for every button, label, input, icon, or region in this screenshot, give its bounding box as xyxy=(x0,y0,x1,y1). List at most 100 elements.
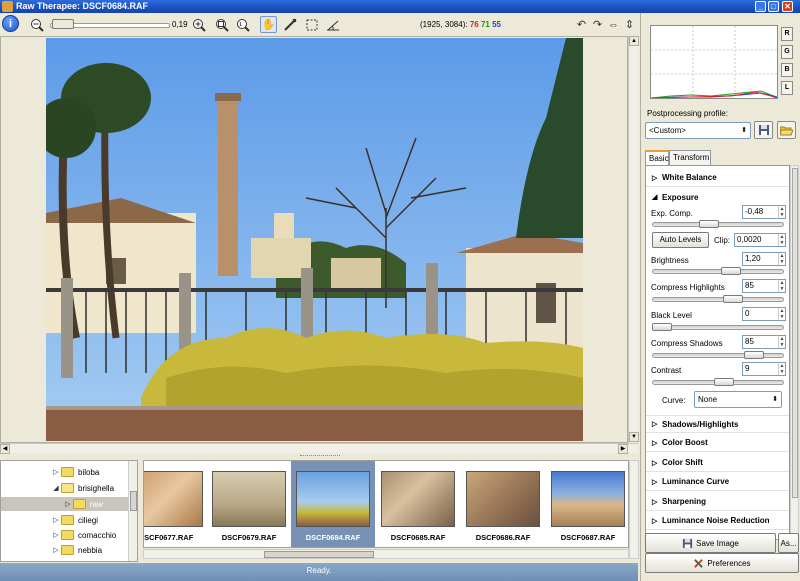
expander-icon[interactable]: ▷ xyxy=(51,516,61,524)
thumbnail-item[interactable]: DSCF0685.RAF xyxy=(376,461,460,547)
spinner-arrows-icon[interactable]: ▲ ▼ xyxy=(778,234,785,246)
filmstrip-scrollbar-thumb[interactable] xyxy=(264,551,374,558)
expander-icon[interactable]: ▷ xyxy=(51,546,61,554)
brightness-input[interactable]: 1,20 ▲ ▼ xyxy=(742,252,786,266)
histogram-red-toggle[interactable]: R xyxy=(781,27,793,41)
close-button[interactable]: ✕ xyxy=(782,1,793,12)
expander-icon[interactable]: ▷ xyxy=(51,531,61,539)
filmstrip-vertical-scrollbar[interactable] xyxy=(629,460,639,559)
compress-shadows-slider[interactable] xyxy=(652,353,784,358)
section-shadows-highlights[interactable]: ▷ Shadows/Highlights xyxy=(646,415,789,433)
brightness-slider-thumb[interactable] xyxy=(721,267,742,275)
section-white-balance[interactable]: ▷ White Balance xyxy=(646,169,789,187)
black-level-slider-thumb[interactable] xyxy=(652,323,672,331)
tree-scrollbar-thumb[interactable] xyxy=(130,491,137,511)
tab-transform[interactable]: Transform xyxy=(669,150,711,165)
expand-icon: ▷ xyxy=(652,421,658,428)
scroll-down-arrow[interactable]: ▼ xyxy=(629,432,639,442)
compress-highlights-slider-thumb[interactable] xyxy=(722,295,743,303)
rotate-right-icon[interactable]: ↷ xyxy=(589,16,606,33)
zoom-out-icon[interactable] xyxy=(28,16,45,33)
hand-icon[interactable]: ✋ xyxy=(260,16,277,33)
save-as-button[interactable]: As... xyxy=(778,533,799,553)
zoom-100-icon[interactable]: 1 xyxy=(234,16,251,33)
tree-scrollbar[interactable] xyxy=(128,461,137,561)
section-sharpening[interactable]: ▷ Sharpening xyxy=(646,493,789,511)
section-luminance-noise-reduction[interactable]: ▷ Luminance Noise Reduction xyxy=(646,512,789,530)
thumbnail-item[interactable]: DSCF0686.RAF xyxy=(461,461,545,547)
histogram-blue-toggle[interactable]: B xyxy=(781,63,793,77)
image-preview-area[interactable] xyxy=(0,36,628,443)
section-label: Color Shift xyxy=(662,458,703,467)
exp-comp-input[interactable]: -0,48 ▲ ▼ xyxy=(742,205,786,219)
thumbnail-label: DSCF0687.RAF xyxy=(560,533,616,542)
compress-highlights-input[interactable]: 85 ▲ ▼ xyxy=(742,279,786,293)
scroll-right-arrow[interactable]: ▶ xyxy=(618,444,628,454)
exp-comp-slider-thumb[interactable] xyxy=(699,220,720,228)
tree-item-raw[interactable]: ▷ raw xyxy=(1,497,128,511)
status-bar: Ready. xyxy=(0,563,638,581)
zoom-fit-icon[interactable] xyxy=(213,16,230,33)
black-level-input[interactable]: 0 ▲ ▼ xyxy=(742,307,786,321)
section-exposure[interactable]: ◢ Exposure xyxy=(646,188,789,206)
image-horizontal-scrollbar[interactable]: ◀ ▶ xyxy=(0,443,638,454)
spinner-arrows-icon[interactable]: ▲ ▼ xyxy=(778,206,785,218)
tree-item-comacchio[interactable]: ▷ comacchio xyxy=(51,528,129,542)
profile-select[interactable]: <Custom> ⬍ xyxy=(645,122,751,139)
clip-input[interactable]: 0,0020 ▲ ▼ xyxy=(734,233,786,247)
maximize-button[interactable]: □ xyxy=(768,1,779,12)
spinner-arrows-icon[interactable]: ▲ ▼ xyxy=(778,336,785,348)
scroll-up-arrow[interactable]: ▲ xyxy=(629,36,639,46)
curve-select[interactable]: None ⬍ xyxy=(694,391,782,408)
tree-item-ciliegi[interactable]: ▷ ciliegi xyxy=(51,513,129,527)
info-icon[interactable]: i xyxy=(2,15,19,32)
preview-photo[interactable] xyxy=(46,38,583,441)
thumbnail-item[interactable]: DSCF0679.RAF xyxy=(207,461,291,547)
spinner-arrows-icon[interactable]: ▲ ▼ xyxy=(778,363,785,375)
tree-item-nebbia[interactable]: ▷ nebbia xyxy=(51,543,129,557)
spinner-arrows-icon[interactable]: ▲ ▼ xyxy=(778,280,785,292)
scroll-left-arrow[interactable]: ◀ xyxy=(0,444,10,454)
section-color-shift[interactable]: ▷ Color Shift xyxy=(646,454,789,472)
tree-item-biloba[interactable]: ▷ biloba xyxy=(51,465,129,479)
straighten-icon[interactable] xyxy=(324,16,341,33)
compress-shadows-slider-thumb[interactable] xyxy=(743,351,764,359)
auto-levels-button[interactable]: Auto Levels xyxy=(652,232,709,248)
flip-vertical-icon[interactable]: ⇕ xyxy=(621,16,638,33)
preferences-button[interactable]: Preferences xyxy=(645,553,799,573)
panel-scrollbar[interactable] xyxy=(790,165,799,540)
flip-horizontal-icon[interactable]: ⇔ xyxy=(605,16,622,33)
section-luminance-curve[interactable]: ▷ Luminance Curve xyxy=(646,473,789,491)
histogram-green-toggle[interactable]: G xyxy=(781,45,793,59)
expander-icon[interactable]: ▷ xyxy=(51,468,61,476)
color-picker-icon[interactable] xyxy=(281,16,298,33)
image-vertical-scrollbar[interactable]: ▲ ▼ xyxy=(628,36,639,443)
compress-shadows-input[interactable]: 85 ▲ ▼ xyxy=(742,335,786,349)
contrast-input[interactable]: 9 ▲ ▼ xyxy=(742,362,786,376)
zoom-slider-thumb[interactable] xyxy=(52,19,74,29)
tab-basic[interactable]: Basic xyxy=(645,150,669,166)
zoom-in-icon[interactable] xyxy=(190,16,207,33)
spinner-arrows-icon[interactable]: ▲ ▼ xyxy=(778,308,785,320)
compress-highlights-slider[interactable] xyxy=(652,297,784,302)
brightness-slider[interactable] xyxy=(652,269,784,274)
save-image-button[interactable]: Save Image xyxy=(645,533,776,553)
thumbnail-item-selected[interactable]: DSCF0684.RAF xyxy=(291,461,375,547)
contrast-slider-thumb[interactable] xyxy=(713,378,734,386)
minimize-button[interactable]: _ xyxy=(755,1,766,12)
expander-icon[interactable]: ◢ xyxy=(51,484,61,492)
load-profile-button[interactable] xyxy=(777,121,796,139)
save-profile-button[interactable] xyxy=(754,121,773,139)
filmstrip-scrollbar[interactable] xyxy=(143,549,629,559)
spinner-arrows-icon[interactable]: ▲ ▼ xyxy=(778,253,785,265)
histogram-luminance-toggle[interactable]: L xyxy=(781,81,793,95)
crop-icon[interactable] xyxy=(303,16,320,33)
section-color-boost[interactable]: ▷ Color Boost xyxy=(646,434,789,452)
rotate-left-icon[interactable]: ↶ xyxy=(573,16,590,33)
expander-icon[interactable]: ▷ xyxy=(63,500,73,508)
tree-item-brisighella[interactable]: ◢ brisighella xyxy=(51,481,129,495)
panel-scrollbar-thumb[interactable] xyxy=(792,168,798,498)
thumbnail-item[interactable]: DSCF0677.RAF xyxy=(144,461,208,547)
pane-resize-handle[interactable] xyxy=(300,455,340,458)
thumbnail-item[interactable]: DSCF0687.RAF xyxy=(546,461,628,547)
